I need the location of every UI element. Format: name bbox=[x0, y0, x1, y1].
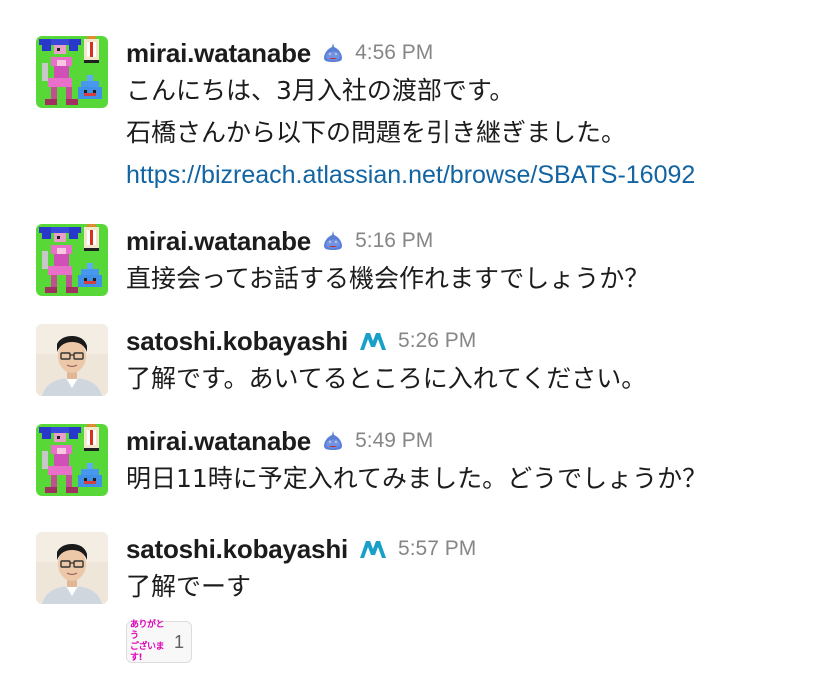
pixel-art-avatar[interactable] bbox=[36, 36, 108, 108]
message-text-line: 了解です。あいてるところに入れてください。 bbox=[126, 364, 647, 393]
m-logo-badge-icon bbox=[358, 537, 388, 561]
message-header: mirai.watanabe 4:56 PM bbox=[126, 36, 826, 70]
message-header: mirai.watanabe 5:49 PM bbox=[126, 424, 826, 458]
username[interactable]: mirai.watanabe bbox=[126, 226, 311, 257]
slime-emoji-badge-icon bbox=[321, 229, 345, 253]
message-header: satoshi.kobayashi 5:57 PM bbox=[126, 532, 826, 566]
message-header: satoshi.kobayashi 5:26 PM bbox=[126, 324, 826, 358]
message-text-line: 了解でーす bbox=[126, 572, 252, 601]
message-content: mirai.watanabe 4:56 PM こんにちは、3月入社の渡部です。 … bbox=[126, 36, 826, 196]
jira-link[interactable]: https://bizreach.atlassian.net/browse/SB… bbox=[126, 161, 695, 189]
arigatou-gozaimasu-emoji-icon: ありがとう ございます! bbox=[130, 620, 172, 663]
message-text-line: こんにちは、3月入社の渡部です。 bbox=[126, 76, 515, 105]
pixel-art-avatar[interactable] bbox=[36, 424, 108, 496]
photo-avatar[interactable] bbox=[36, 324, 108, 396]
message-text-line: 石橋さんから以下の問題を引き継ぎました。 bbox=[126, 118, 627, 147]
photo-avatar[interactable] bbox=[36, 532, 108, 604]
timestamp[interactable]: 5:16 PM bbox=[355, 229, 433, 253]
username[interactable]: mirai.watanabe bbox=[126, 38, 311, 69]
username[interactable]: satoshi.kobayashi bbox=[126, 534, 348, 565]
message-text-line: 直接会ってお話する機会作れますでしょうか？ bbox=[126, 264, 650, 293]
message-text-line: 明日11時に予定入れてみました。どうでしょうか？ bbox=[126, 464, 708, 493]
message-header: mirai.watanabe 5:16 PM bbox=[126, 224, 826, 258]
reaction-count: 1 bbox=[174, 631, 185, 652]
slime-emoji-badge-icon bbox=[321, 429, 345, 453]
pixel-art-avatar[interactable] bbox=[36, 224, 108, 296]
message-content: mirai.watanabe 5:49 PM 明日11時に予定入れてみました。ど… bbox=[126, 424, 826, 500]
slime-emoji-badge-icon bbox=[321, 41, 345, 65]
timestamp[interactable]: 5:57 PM bbox=[398, 537, 476, 561]
reaction-emoji-line: ございます! bbox=[130, 642, 165, 663]
reaction-emoji-line: ありがとう bbox=[130, 620, 165, 641]
reaction-button[interactable]: ありがとう ございます! 1 bbox=[126, 620, 192, 663]
message-content: satoshi.kobayashi 5:57 PM 了解でーす bbox=[126, 532, 826, 608]
message-content: satoshi.kobayashi 5:26 PM 了解です。あいてるところに入… bbox=[126, 324, 826, 400]
username[interactable]: satoshi.kobayashi bbox=[126, 326, 348, 357]
username[interactable]: mirai.watanabe bbox=[126, 426, 311, 457]
m-logo-badge-icon bbox=[358, 329, 388, 353]
message-content: mirai.watanabe 5:16 PM 直接会ってお話する機会作れますでし… bbox=[126, 224, 826, 300]
timestamp[interactable]: 5:26 PM bbox=[398, 329, 476, 353]
timestamp[interactable]: 5:49 PM bbox=[355, 429, 433, 453]
timestamp[interactable]: 4:56 PM bbox=[355, 41, 433, 65]
